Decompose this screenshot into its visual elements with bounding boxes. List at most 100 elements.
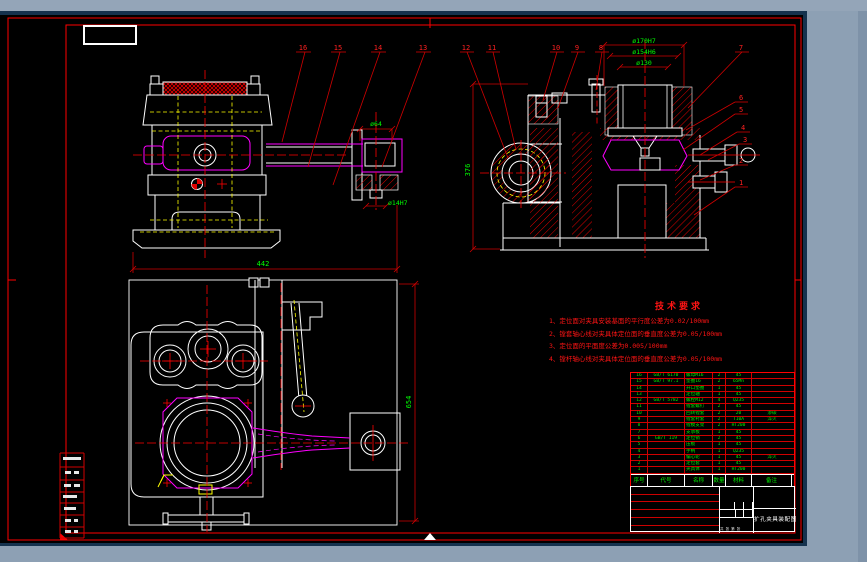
- bom-cell-note: [752, 449, 792, 454]
- bom-cell-no: 16: [631, 373, 648, 379]
- bom-cell-code: [648, 404, 685, 410]
- technical-requirements: 技术要求 1、定位面对夹具安装基面的平行度公差为0.02/100mm 2、镗套轴…: [549, 299, 809, 365]
- bom-cell-name: 定位轴: [685, 391, 713, 398]
- tech-req-title: 技术要求: [654, 302, 703, 312]
- drawing-title: 扩孔夹具装配图: [754, 517, 796, 523]
- bom-header-row: 序号 代号 名称 数量 材料 备注: [631, 473, 794, 487]
- bom-header-cell: 序号: [631, 474, 648, 487]
- title-block: 标记 处数 分区 更改文件号 签名 年月日 设计 标准化 工艺 批准 阶段标记 …: [630, 486, 796, 533]
- stage-cell: 阶段标记: [719, 502, 735, 510]
- balloon-7: 7: [739, 44, 743, 52]
- bom-cell-note: [752, 392, 792, 397]
- balloon-15: 15: [334, 44, 342, 52]
- mid-top-cell: [719, 487, 753, 502]
- bom-cell-mat: 45: [726, 404, 752, 410]
- bom-cell-no: 15: [631, 379, 648, 385]
- bom-cell-name: 镗套衬套: [685, 417, 713, 423]
- bom-cell-no: 6: [631, 435, 648, 442]
- dim-sec-d1: ø170H7: [632, 37, 656, 45]
- bom-cell-qty: 1: [713, 391, 726, 398]
- dim-boss: ø64: [370, 120, 382, 128]
- bom-cell-qty: 2: [713, 379, 726, 385]
- bom-cell-note: [752, 467, 792, 472]
- bom-cell-qty: 2: [713, 373, 726, 379]
- bom-cell-mat: 65Mn: [726, 379, 752, 385]
- bom-cell-mat: T10A: [726, 417, 752, 423]
- view-front: ø64 ø14H7 442 16 15 14 13: [129, 44, 431, 273]
- bom-cell-no: 13: [631, 391, 648, 398]
- stage-mark-box: [719, 510, 736, 518]
- bom-header-cell: 材料: [726, 474, 752, 487]
- bom-cell-code: [648, 454, 685, 461]
- bom-header-cell: 备注: [752, 474, 792, 487]
- bom-cell-no: 11: [631, 404, 648, 410]
- bottom-center-mark: [424, 533, 436, 540]
- bom-cell-qty: 2: [713, 423, 726, 429]
- balloon-4: 4: [741, 124, 745, 132]
- bom-cell-note: 渗碳: [767, 410, 777, 416]
- bom-cell-name: 夹具体: [685, 467, 713, 473]
- balloon-6: 6: [739, 94, 743, 102]
- binding-strip-table: [59, 452, 85, 539]
- bom-cell-name: 定位套: [685, 461, 713, 467]
- bom-cell-mat: 45: [726, 373, 752, 379]
- tech-req-line: 1、定位面对夹具安装基面的平行度公差为0.02/100mm: [549, 317, 710, 325]
- dim-sec-d3: ø130: [636, 59, 652, 67]
- scale-value-cell: 1:1: [744, 510, 753, 518]
- bom-cell-mat: 45: [726, 391, 752, 398]
- bom-cell-code: [648, 461, 685, 467]
- bom-cell-mat: 20: [726, 410, 752, 417]
- bom-cell-note: [752, 398, 792, 403]
- bom-cell-mat: 45: [726, 442, 752, 448]
- bom-cell-code: [648, 442, 685, 448]
- corner-triangle: [60, 533, 68, 540]
- bom-cell-name: 回转镗套: [685, 410, 713, 417]
- bom-cell-note: [752, 442, 792, 447]
- bom-cell-no: 4: [631, 448, 648, 454]
- bom-cell-qty: 1: [713, 467, 726, 473]
- bom-cell-qty: 1: [713, 448, 726, 454]
- design-row: 设计 标准化: [631, 510, 719, 518]
- tech-req-line: 2、镗套轴心线对夹具体定位面的垂直度公差为0.05/100mm: [549, 329, 723, 338]
- view-section: ø170H7 ø154H6 ø130 376 12 11 10 9 8 7 6 …: [460, 37, 760, 258]
- balloon-1: 1: [739, 179, 743, 187]
- balloon-2: 2: [739, 157, 743, 165]
- bom-cell-note: 淬火: [767, 454, 777, 460]
- bom-cell-name: 定位销: [685, 435, 713, 442]
- bom-cell-qty: 2: [713, 417, 726, 423]
- weight-cell: 重量: [735, 502, 744, 510]
- balloon-13: 13: [419, 44, 427, 52]
- bom-cell-no: 14: [631, 385, 648, 391]
- bom-cell-qty: 1: [713, 454, 726, 461]
- bom-cell-mat: HT200: [726, 467, 752, 473]
- bom-cell-mat: 45: [726, 385, 752, 391]
- bom-cell-code: [648, 423, 685, 429]
- bom-cell-mat: 45: [726, 435, 752, 442]
- bom-cell-qty: 1: [713, 461, 726, 467]
- bom-cell-name: 开口垫圈: [685, 385, 713, 391]
- dim-plan-height: 654: [405, 396, 413, 409]
- view-plan: 654: [128, 277, 419, 532]
- bom-cell-code: [648, 429, 685, 435]
- weight-box: [736, 510, 744, 518]
- bom-table: 16 GB/T 6170 螺母M16 2 45 15 GB/T 97.1 垫圈16 2 65Mn 1…: [630, 372, 795, 488]
- bom-cell-name: 垫圈16: [685, 379, 713, 385]
- bom-cell-code: [648, 448, 685, 454]
- bom-header-cell: 名称: [685, 474, 713, 487]
- bom-cell-note: [752, 436, 792, 441]
- drawing-no-cell: [753, 487, 796, 509]
- bom-cell-qty: 2: [713, 410, 726, 417]
- balloon-16: 16: [299, 44, 307, 52]
- bom-cell-name: 镗模支架: [685, 423, 713, 429]
- bom-cell-no: 5: [631, 442, 648, 448]
- bom-cell-name: 手柄: [685, 448, 713, 454]
- bom-cell-name: 螺栓M12: [685, 398, 713, 404]
- bom-cell-no: 12: [631, 398, 648, 404]
- bom-cell-code: [648, 467, 685, 473]
- bom-cell-code: GB/T 97.1: [648, 379, 685, 385]
- dim-sec-height: 376: [464, 164, 472, 177]
- bom-cell-mat: 45: [726, 429, 752, 435]
- bom-cell-code: GB/T 5782: [648, 398, 685, 404]
- revision-row: [631, 495, 719, 502]
- bom-cell-code: [648, 410, 685, 417]
